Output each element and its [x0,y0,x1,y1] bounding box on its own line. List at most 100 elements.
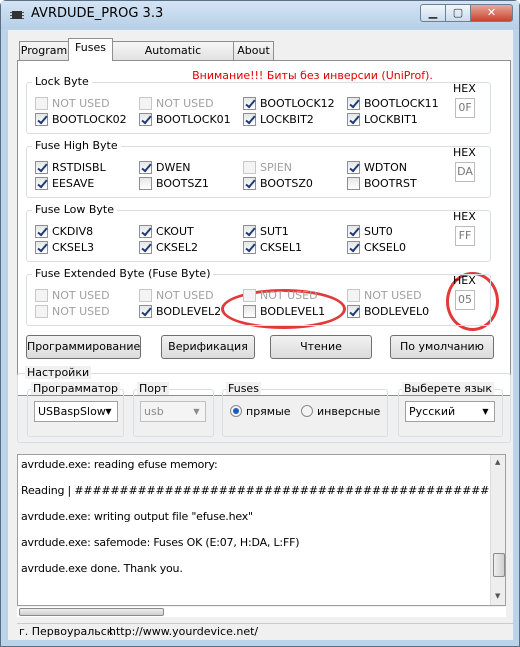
checkbox-cksel1[interactable]: CKSEL1 [243,241,302,255]
checkbox-not-used[interactable]: NOT USED [35,97,110,111]
port-label: Порт [137,382,170,395]
checkbox-cksel0[interactable]: CKSEL0 [347,241,406,255]
fuses-mode-group: Fuses прямые инверсные [222,382,388,437]
checkbox-ckdiv8[interactable]: CKDIV8 [35,225,93,239]
checkbox-spien[interactable]: SPIEN [243,161,292,175]
verify-button[interactable]: Верификация [161,335,255,359]
status-city: г. Первоуральск [19,625,114,638]
tab-about[interactable]: About [233,41,274,60]
checkbox-bodlevel0[interactable]: BODLEVEL0 [347,305,429,319]
checkbox-not-used[interactable]: NOT USED [243,289,318,303]
checkbox-bootlock02[interactable]: BOOTLOCK02 [35,113,127,127]
checkbox-eesave[interactable]: EESAVE [35,177,94,191]
checkbox-label: BODLEVEL1 [260,305,326,318]
checkbox-bootsz0[interactable]: BOOTSZ0 [243,177,313,191]
title-bar[interactable]: AVRDUDE_PROG 3.3 ▁ ▢ ✕ [1,1,519,29]
checkbox-label: BOOTRST [364,177,417,190]
chevron-down-icon: ▼ [482,407,489,416]
checkbox-wdton[interactable]: WDTON [347,161,407,175]
checkbox-indicator [243,289,256,302]
checkbox-bootrst[interactable]: BOOTRST [347,177,417,191]
programmer-label: Программатор [31,382,120,395]
checkbox-not-used[interactable]: NOT USED [139,289,214,303]
checkbox-bootsz1[interactable]: BOOTSZ1 [139,177,209,191]
hex-value-field[interactable]: FF [455,226,475,246]
checkbox-bodlevel2[interactable]: BODLEVEL2 [139,305,221,319]
checkbox-label: BOOTSZ0 [260,177,313,190]
checkbox-lockbit2[interactable]: LOCKBIT2 [243,113,314,127]
checkbox-label: EESAVE [52,177,95,190]
checkbox-not-used[interactable]: NOT USED [35,305,110,319]
tab-program[interactable]: Program [19,41,69,60]
radio-inverse[interactable]: инверсные [301,405,380,418]
log-output[interactable]: avrdude.exe: reading efuse memory: Readi… [17,454,506,606]
checkbox-cksel2[interactable]: CKSEL2 [139,241,198,255]
program-button[interactable]: Программирование [26,335,141,359]
checkbox-cksel3[interactable]: CKSEL3 [35,241,94,255]
checkbox-sut0[interactable]: SUT0 [347,225,393,239]
read-button[interactable]: Чтение [270,335,372,359]
checkbox-label: RSTDISBL [52,161,106,174]
checkbox-lockbit1[interactable]: LOCKBIT1 [347,113,418,127]
port-select[interactable]: usb ▼ [140,401,206,422]
tab-automatic-programming[interactable]: Automatic programming [112,41,234,74]
checkbox-indicator [243,161,256,174]
programmer-select[interactable]: USBaspSlow ▼ [34,401,118,422]
checkbox-indicator [243,305,256,318]
hscroll-thumb[interactable] [19,608,164,616]
tab-fuses[interactable]: Fuses [68,38,113,61]
group-title: Fuse Low Byte [32,203,117,216]
checkbox-indicator [347,241,360,254]
chevron-down-icon: ▼ [193,407,200,416]
port-value: usb [144,405,164,418]
checkbox-indicator [139,305,152,318]
hex-value-field[interactable]: 0F [455,98,475,118]
log-line: avrdude.exe: writing output file "efuse.… [21,510,253,523]
hex-label: HEX [453,146,476,159]
checkbox-label: BOOTLOCK01 [156,113,231,126]
checkbox-bootlock11[interactable]: BOOTLOCK11 [347,97,439,111]
checkbox-indicator [35,289,48,302]
checkbox-indicator [347,289,360,302]
hex-value-field[interactable]: 05 [455,290,475,310]
checkbox-label: LOCKBIT1 [364,113,418,126]
checkbox-indicator [243,113,256,126]
log-vertical-scrollbar[interactable]: ▲ ▼ [490,455,505,605]
checkbox-not-used[interactable]: NOT USED [347,289,422,303]
chevron-down-icon: ▼ [105,407,112,416]
checkbox-dwen[interactable]: DWEN [139,161,191,175]
checkbox-indicator [139,225,152,238]
checkbox-not-used[interactable]: NOT USED [35,289,110,303]
checkbox-label: BOOTLOCK11 [364,97,439,110]
radio-direct[interactable]: прямые [230,405,291,418]
checkbox-indicator [347,113,360,126]
language-value: Русский [409,405,456,418]
group-fuse-high-byte: Fuse High Byte RSTDISBL DWEN SPIEN WDTON EESA… [26,139,491,198]
checkbox-bootlock01[interactable]: BOOTLOCK01 [139,113,231,127]
minimize-button[interactable]: ▁ [420,4,446,22]
checkbox-sut1[interactable]: SUT1 [243,225,289,239]
language-select[interactable]: Русский ▼ [405,401,495,422]
maximize-button[interactable]: ▢ [445,4,471,22]
checkbox-ckout[interactable]: CKOUT [139,225,194,239]
checkbox-rstdisbl[interactable]: RSTDISBL [35,161,106,175]
close-button[interactable]: ✕ [470,4,513,22]
scroll-up-icon[interactable]: ▲ [495,458,500,466]
group-lock-byte: Lock Byte NOT USED NOT USED BOOTLOCK12 BOOTL… [26,75,491,134]
checkbox-bodlevel1[interactable]: BODLEVEL1 [243,305,325,319]
client-area: Program Fuses Automatic programming Abou… [8,30,513,640]
hex-value-field[interactable]: DA [455,162,475,182]
checkbox-bootlock12[interactable]: BOOTLOCK12 [243,97,335,111]
checkbox-not-used[interactable]: NOT USED [139,97,214,111]
default-button[interactable]: По умолчанию [390,335,494,359]
radio-direct-indicator [230,405,242,417]
settings-group: Настройки Программатор USBaspSlow ▼ Порт… [17,366,511,443]
scroll-down-icon[interactable]: ▼ [495,592,500,600]
scroll-thumb[interactable] [493,553,505,577]
log-line: avrdude.exe done. Thank you. [21,562,183,575]
checkbox-indicator [35,225,48,238]
log-horizontal-scrollbar[interactable] [17,607,506,617]
checkbox-indicator [243,225,256,238]
language-group: Выберете язык Русский ▼ [398,382,503,437]
checkbox-label: NOT USED [156,97,214,110]
